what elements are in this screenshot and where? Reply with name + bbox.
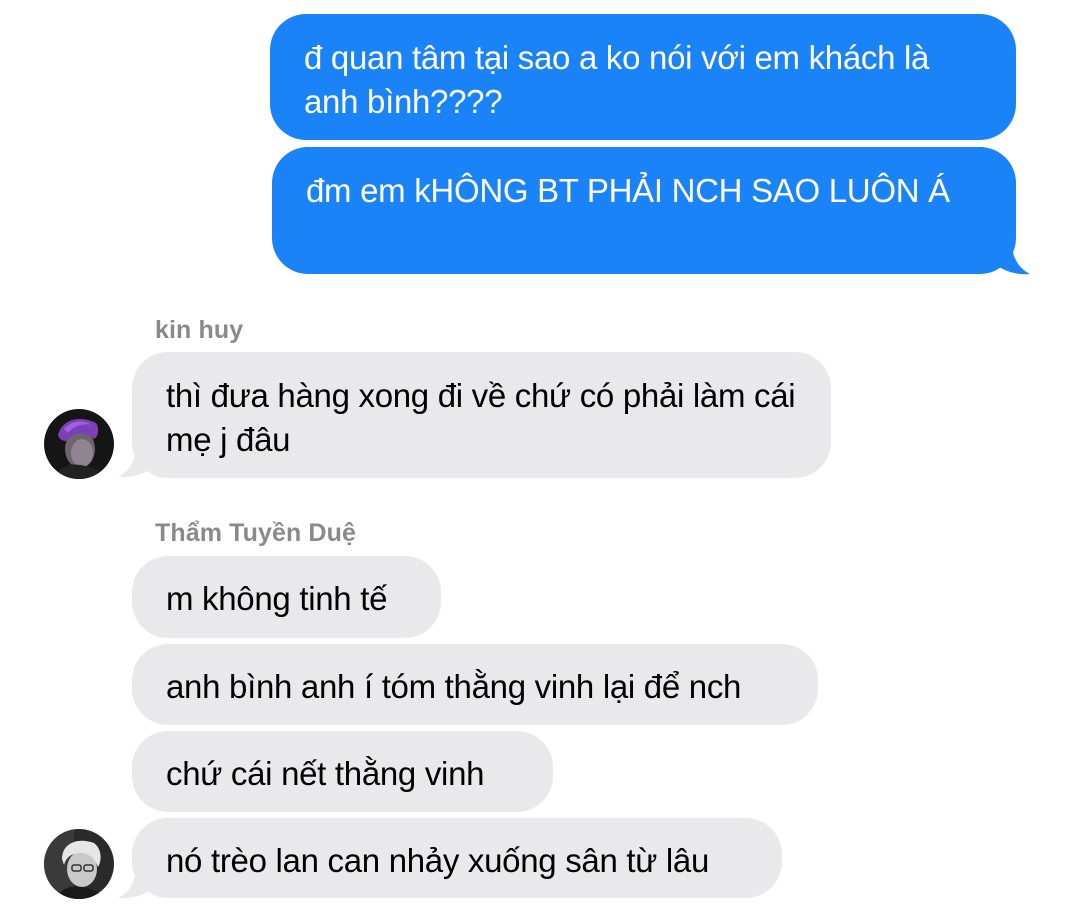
outgoing-message[interactable]: đ quan tâm tại sao a ko nói với em khách… (270, 14, 1016, 140)
sender-name: kin huy (155, 316, 244, 344)
incoming-bubble-tail (118, 868, 152, 899)
avatar[interactable] (44, 829, 114, 899)
message-text: anh bình anh í tóm thằng vinh lại để nch (166, 668, 742, 705)
incoming-message[interactable]: anh bình anh í tóm thằng vinh lại để nch (132, 644, 818, 725)
outgoing-bubble-tail (996, 244, 1030, 275)
message-thread[interactable]: đ quan tâm tại sao a ko nói với em khách… (0, 0, 1080, 924)
avatar[interactable] (44, 409, 114, 479)
message-text: thì đưa hàng xong đi về chứ có phải làm … (166, 377, 796, 458)
profile-photo-purple-hair-icon (44, 409, 114, 479)
message-text: nó trèo lan can nhảy xuống sân từ lâu (166, 842, 710, 879)
incoming-bubble-tail (118, 447, 152, 478)
incoming-message[interactable]: thì đưa hàng xong đi về chứ có phải làm … (132, 352, 831, 478)
message-text: m không tinh tế (166, 580, 388, 617)
message-text: đ quan tâm tại sao a ko nói với em khách… (304, 39, 930, 120)
message-text: đm em kHÔNG BT PHẢI NCH SAO LUÔN Á (306, 172, 950, 209)
profile-photo-silver-hair-icon (44, 829, 114, 899)
incoming-message[interactable]: nó trèo lan can nhảy xuống sân từ lâu (132, 818, 782, 898)
incoming-message[interactable]: chứ cái nết thằng vinh (132, 731, 553, 812)
incoming-message[interactable]: m không tinh tế (132, 556, 441, 638)
sender-name: Thẩm Tuyền Duệ (155, 519, 356, 547)
message-text: chứ cái nết thằng vinh (166, 755, 485, 792)
outgoing-message[interactable]: đm em kHÔNG BT PHẢI NCH SAO LUÔN Á (272, 147, 1016, 274)
